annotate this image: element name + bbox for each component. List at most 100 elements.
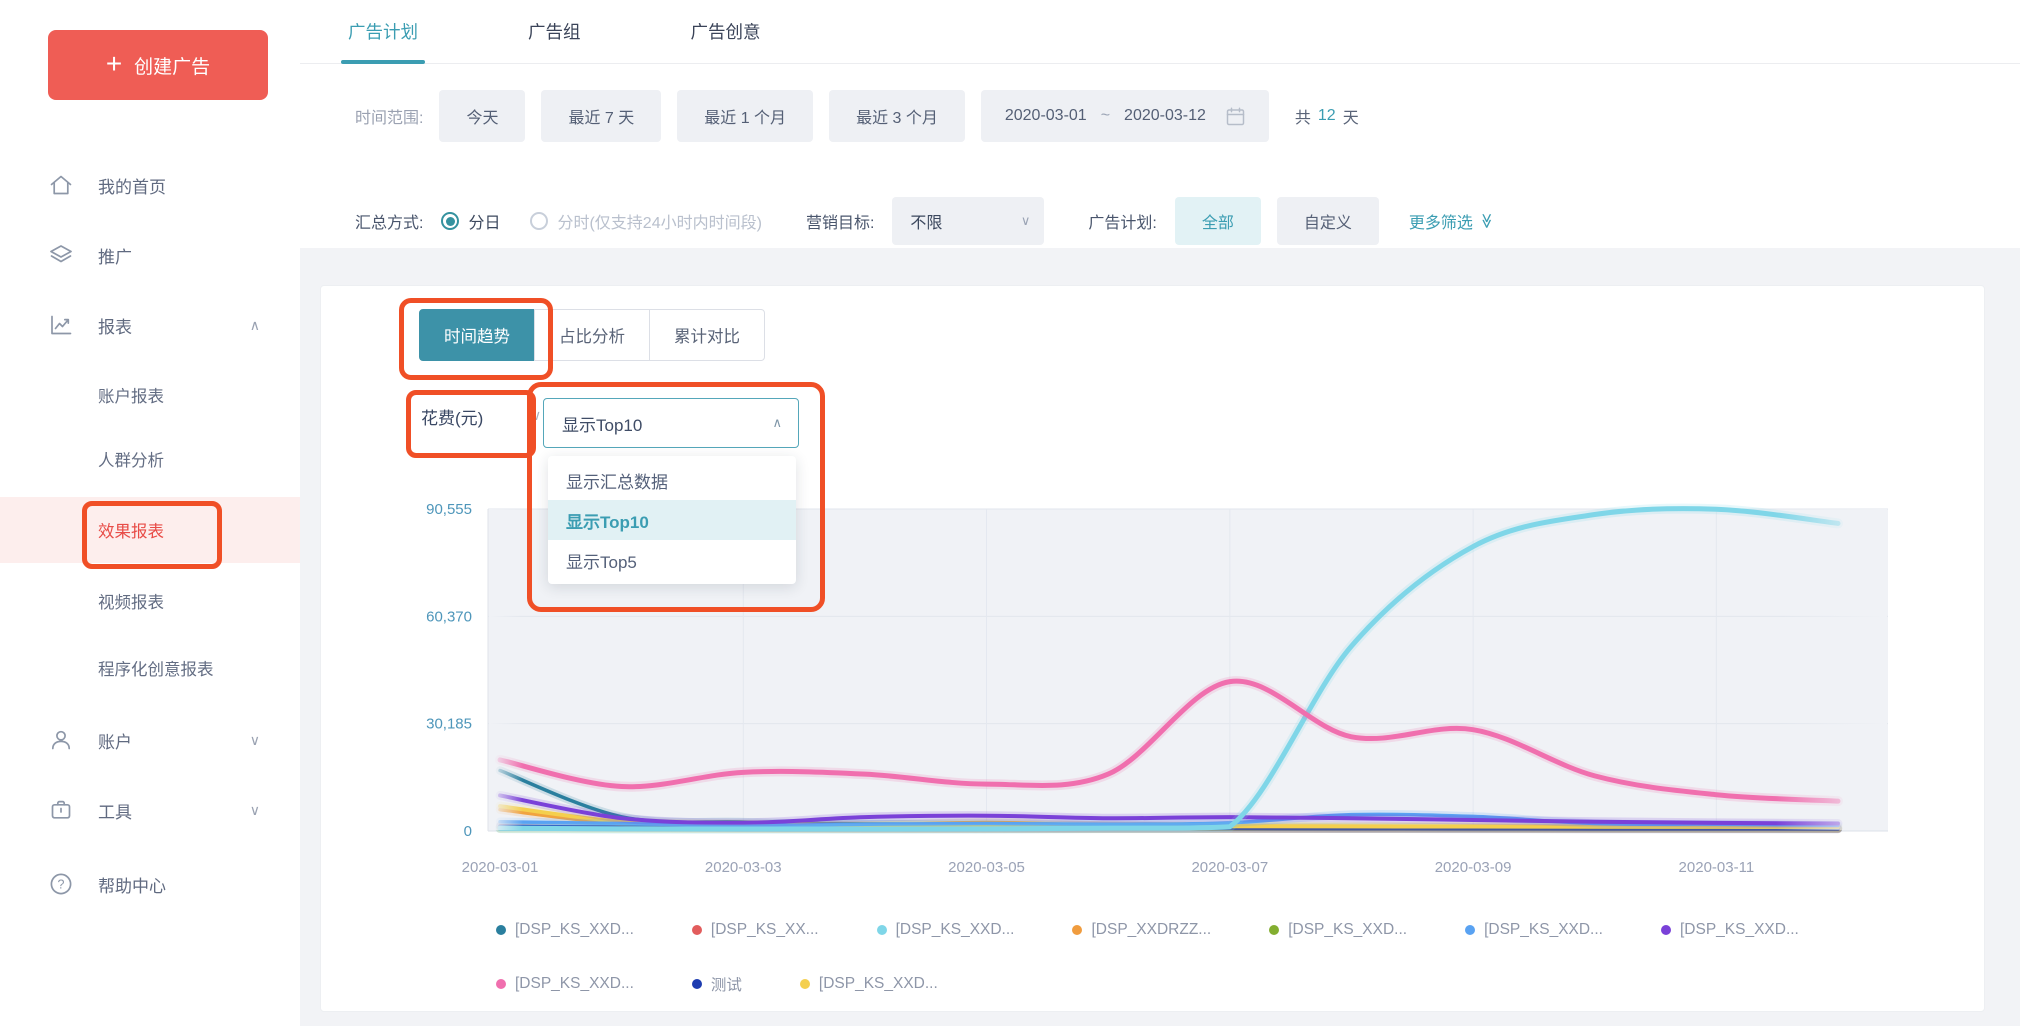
subitem-label: 人群分析 [98, 447, 164, 471]
legend-item[interactable]: [DSP_KS_XXD... [800, 973, 938, 995]
chevron-down-icon: ∨ [250, 732, 260, 749]
subitem-label: 账户报表 [98, 383, 164, 407]
layers-icon [48, 242, 74, 268]
sidebar-subitem-video-report[interactable]: 视频报表 [0, 572, 300, 630]
legend-label: 测试 [711, 973, 742, 995]
date-range-picker[interactable]: 2020-03-01 ~ 2020-03-12 [981, 90, 1269, 142]
legend-item[interactable]: [DSP_KS_XXD... [877, 921, 1015, 939]
legend-dot [692, 979, 702, 989]
plan-all-button[interactable]: 全部 [1175, 197, 1261, 245]
plan-custom-button[interactable]: 自定义 [1277, 197, 1379, 245]
legend-dot [1661, 925, 1671, 935]
date-end: 2020-03-12 [1124, 107, 1206, 125]
sidebar-subitem-programmatic-creative-report[interactable]: 程序化创意报表 [0, 639, 300, 697]
radio-by-day[interactable] [441, 212, 459, 230]
more-filters-button[interactable]: 更多筛选 ≫ [1409, 209, 1495, 233]
by-hour-label[interactable]: 分时(仅支持24小时内时间段) [557, 209, 761, 233]
days-suffix: 天 [1343, 104, 1359, 128]
svg-text:2020-03-09: 2020-03-09 [1435, 859, 1512, 876]
legend-item[interactable]: [DSP_KS_XXD... [1269, 921, 1407, 939]
sidebar-item-reports[interactable]: 报表 ∧ [0, 297, 300, 353]
legend-label: [DSP_KS_XX... [711, 921, 819, 939]
svg-text:?: ? [58, 878, 65, 892]
legend-label: [DSP_KS_XXD... [515, 921, 634, 939]
days-count: 12 [1318, 107, 1336, 125]
tab-ad-group[interactable]: 广告组 [528, 0, 581, 64]
legend-label: [DSP_KS_XXD... [1288, 921, 1407, 939]
svg-text:2020-03-07: 2020-03-07 [1191, 859, 1268, 876]
chevron-down-icon: ∨ [250, 802, 260, 819]
legend-dot [1269, 925, 1279, 935]
chevron-down-icon: ∨ [1021, 213, 1031, 229]
total-days: 共 12 天 [1295, 104, 1359, 128]
view-tab-time-trend[interactable]: 时间趋势 [419, 309, 535, 361]
date-tilde: ~ [1101, 107, 1110, 125]
legend-dot [692, 925, 702, 935]
topn-select[interactable]: 显示Top10 ∧ [543, 398, 799, 448]
legend-item[interactable]: [DSP_KS_XXD... [496, 921, 634, 939]
sidebar-item-promotion[interactable]: 推广 [0, 227, 300, 283]
legend-label: [DSP_KS_XXD... [1484, 921, 1603, 939]
legend-item[interactable]: 测试 [692, 973, 742, 995]
quick-range-7days[interactable]: 最近 7 天 [541, 90, 661, 142]
legend-item[interactable]: [DSP_KS_XXD... [1661, 921, 1799, 939]
double-chevron-down-icon: ≫ [1478, 213, 1496, 229]
legend-dot [1072, 925, 1082, 935]
chart-card: 时间趋势 占比分析 累计对比 花费(元) ∨ 显示Top10 ∧ 显示汇总数据 … [320, 285, 1985, 1012]
legend-label: [DSP_KS_XXD... [819, 975, 938, 993]
marketing-goal-select[interactable]: 不限 ∨ [892, 197, 1044, 245]
radio-by-hour[interactable] [530, 212, 548, 230]
legend-item[interactable]: [DSP_KS_XXD... [496, 973, 634, 995]
sidebar-item-tools[interactable]: 工具 ∨ [0, 782, 300, 838]
entity-tabs: 广告计划 广告组 广告创意 [300, 0, 2020, 64]
view-tab-cumulative-compare[interactable]: 累计对比 [649, 309, 765, 361]
svg-text:2020-03-01: 2020-03-01 [462, 859, 539, 876]
tab-label: 广告组 [528, 19, 581, 44]
legend-item[interactable]: [DSP_KS_XXD... [1465, 921, 1603, 939]
metric-selector[interactable]: 花费(元) [421, 404, 483, 429]
quick-range-3months[interactable]: 最近 3 个月 [829, 90, 965, 142]
legend-label: [DSP_KS_XXD... [515, 975, 634, 993]
marketing-goal-value: 不限 [910, 209, 942, 233]
marketing-goal-label: 营销目标: [806, 209, 874, 233]
legend-label: [DSP_KS_XXD... [1680, 921, 1799, 939]
quick-range-1month[interactable]: 最近 1 个月 [677, 90, 813, 142]
sidebar-item-label: 帮助中心 [98, 872, 166, 897]
chevron-up-icon: ∧ [772, 415, 782, 431]
sidebar-item-home[interactable]: 我的首页 [0, 157, 300, 213]
tab-ad-plan[interactable]: 广告计划 [348, 0, 418, 64]
sidebar-item-label: 工具 [98, 798, 132, 823]
svg-text:2020-03-05: 2020-03-05 [948, 859, 1025, 876]
sidebar-item-account[interactable]: 账户 ∨ [0, 712, 300, 768]
user-icon [48, 727, 74, 753]
legend-item[interactable]: [DSP_KS_XX... [692, 921, 819, 939]
svg-text:2020-03-11: 2020-03-11 [1679, 859, 1755, 876]
summary-label: 汇总方式: [355, 209, 423, 233]
sidebar-item-label: 报表 [98, 313, 132, 338]
tab-label: 广告创意 [691, 19, 761, 44]
quick-range-today[interactable]: 今天 [439, 90, 525, 142]
option-show-top10[interactable]: 显示Top10 [548, 500, 796, 540]
days-prefix: 共 [1295, 104, 1311, 128]
legend-dot [496, 925, 506, 935]
time-range-row: 时间范围: 今天 最近 7 天 最近 1 个月 最近 3 个月 2020-03-… [300, 88, 1359, 144]
legend-dot [800, 979, 810, 989]
sidebar-item-help-center[interactable]: ? 帮助中心 [0, 856, 300, 912]
legend-item[interactable]: [DSP_XXDRZZ... [1072, 921, 1211, 939]
sidebar-subitem-effect-report[interactable]: 效果报表 [0, 497, 300, 563]
legend-dot [1465, 925, 1475, 935]
date-start: 2020-03-01 [1005, 107, 1087, 125]
option-show-summary[interactable]: 显示汇总数据 [548, 460, 796, 500]
legend-label: [DSP_KS_XXD... [896, 921, 1015, 939]
view-tab-share-analysis[interactable]: 占比分析 [534, 309, 650, 361]
option-show-top5[interactable]: 显示Top5 [548, 540, 796, 580]
by-day-label[interactable]: 分日 [468, 209, 500, 233]
subitem-label: 程序化创意报表 [98, 656, 214, 680]
legend-label: [DSP_XXDRZZ... [1091, 921, 1211, 939]
tab-ad-creative[interactable]: 广告创意 [691, 0, 761, 64]
sidebar-subitem-audience-analysis[interactable]: 人群分析 [0, 430, 300, 488]
topn-select-value: 显示Top10 [562, 411, 642, 436]
sidebar-subitem-account-report[interactable]: 账户报表 [0, 366, 300, 424]
calendar-icon [1226, 107, 1245, 126]
create-ad-button[interactable]: + 创建广告 [48, 30, 268, 100]
